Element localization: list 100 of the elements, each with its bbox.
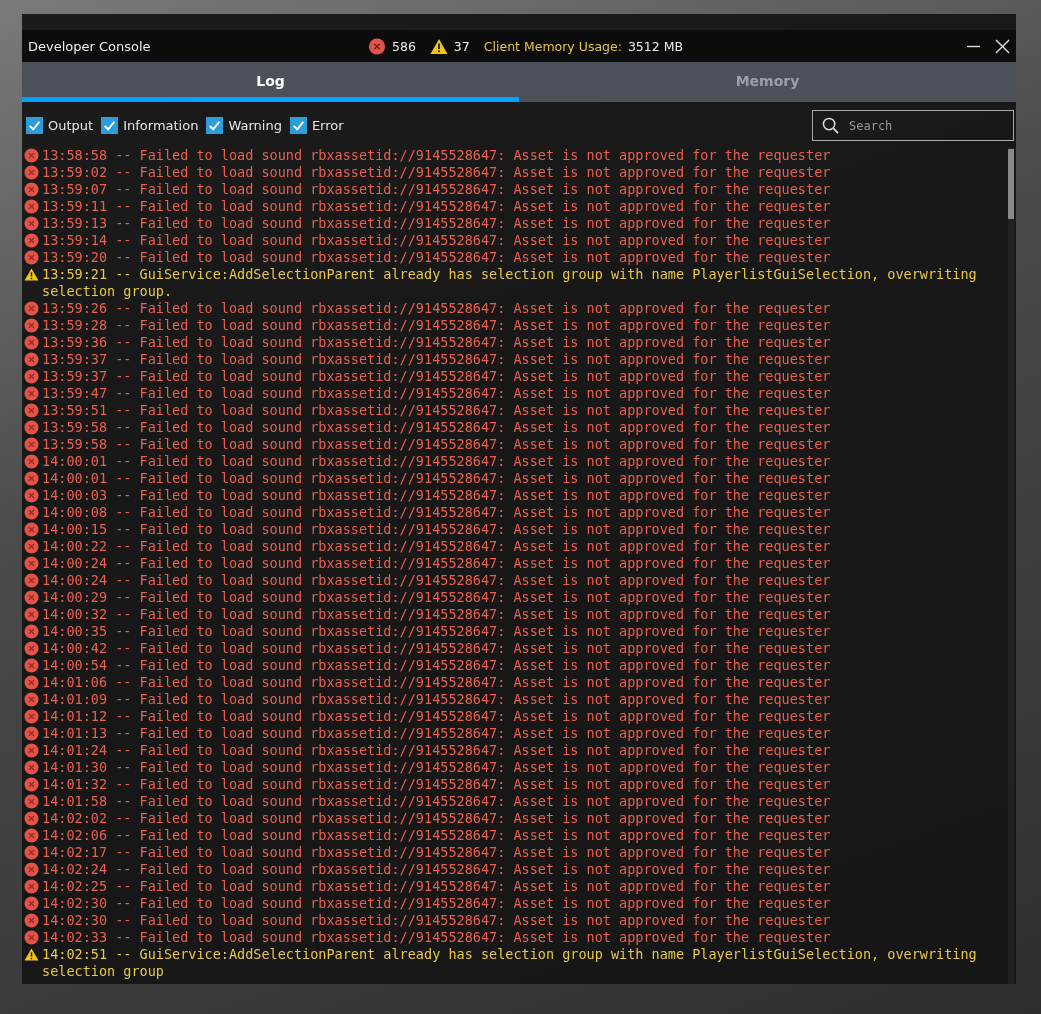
log-message: 14:01:12 -- Failed to load sound rbxassetid://9145528647: Asset is not approved for the requester	[42, 708, 832, 725]
log-message: 14:01:06 -- Failed to load sound rbxassetid://9145528647: Asset is not approved for the requester	[42, 674, 832, 691]
log-message: 14:01:09 -- Failed to load sound rbxassetid://9145528647: Asset is not approved for the requester	[42, 691, 832, 708]
checkbox[interactable]	[289, 117, 307, 134]
log-message: 13:59:21 -- GuiService:AddSelectionParent already has selection group with name PlayerlistGuiSelection, overwriting selection group.	[42, 266, 978, 300]
log-message: 13:59:58 -- Failed to load sound rbxassetid://9145528647: Asset is not approved for the requester	[42, 436, 832, 453]
log-message: 14:00:01 -- Failed to load sound rbxassetid://9145528647: Asset is not approved for the requester	[42, 453, 832, 470]
checkbox[interactable]	[206, 117, 224, 134]
error-icon	[24, 199, 39, 214]
error-icon	[24, 658, 39, 673]
checkbox[interactable]	[26, 117, 43, 134]
close-icon[interactable]	[995, 38, 1010, 54]
log-message: 13:59:37 -- Failed to load sound rbxassetid://9145528647: Asset is not approved for the requester	[42, 351, 832, 368]
error-icon	[24, 845, 39, 860]
log-message: 13:59:11 -- Failed to load sound rbxassetid://9145528647: Asset is not approved for the requester	[42, 198, 832, 215]
filter-label: Output	[48, 118, 94, 133]
log-message: 13:59:02 -- Failed to load sound rbxassetid://9145528647: Asset is not approved for the requester	[42, 164, 832, 181]
error-icon	[24, 743, 39, 758]
log-message: 14:00:32 -- Failed to load sound rbxassetid://9145528647: Asset is not approved for the requester	[42, 606, 832, 623]
warning-icon	[24, 267, 39, 282]
log-message: 14:01:13 -- Failed to load sound rbxassetid://9145528647: Asset is not approved for the requester	[42, 725, 832, 742]
memory-label: Client Memory Usage:	[483, 38, 622, 54]
error-icon	[24, 879, 39, 894]
log-message: 13:59:58 -- Failed to load sound rbxassetid://9145528647: Asset is not approved for the requester	[42, 419, 832, 436]
error-icon	[24, 403, 39, 418]
log-message: 14:01:58 -- Failed to load sound rbxassetid://9145528647: Asset is not approved for the requester	[42, 793, 832, 810]
log-message: 13:59:36 -- Failed to load sound rbxassetid://9145528647: Asset is not approved for the requester	[42, 334, 832, 351]
log-message: 14:02:24 -- Failed to load sound rbxassetid://9145528647: Asset is not approved for the requester	[42, 861, 832, 878]
log-message: 13:59:20 -- Failed to load sound rbxassetid://9145528647: Asset is not approved for the requester	[42, 249, 832, 266]
error-icon	[24, 539, 39, 554]
error-icon	[368, 37, 386, 55]
scrollbar-thumb[interactable]	[1008, 149, 1014, 219]
log-message: 14:00:03 -- Failed to load sound rbxassetid://9145528647: Asset is not approved for the requester	[42, 487, 832, 504]
error-icon	[24, 318, 39, 333]
error-icon	[24, 454, 39, 469]
error-icon	[24, 607, 39, 622]
error-icon	[24, 862, 39, 877]
log-message: 14:00:24 -- Failed to load sound rbxassetid://9145528647: Asset is not approved for the requester	[42, 555, 832, 572]
checkbox[interactable]	[101, 117, 119, 134]
error-icon	[24, 471, 39, 486]
log-message: 14:00:24 -- Failed to load sound rbxassetid://9145528647: Asset is not approved for the requester	[42, 572, 832, 589]
log-message: 13:59:28 -- Failed to load sound rbxassetid://9145528647: Asset is not approved for the requester	[42, 317, 832, 334]
memory-value: 3512 MB	[627, 38, 684, 54]
warning-icon	[429, 37, 448, 55]
error-icon	[24, 930, 39, 945]
error-icon	[24, 148, 39, 163]
log-message: 13:59:07 -- Failed to load sound rbxassetid://9145528647: Asset is not approved for the requester	[42, 181, 832, 198]
error-icon	[24, 250, 39, 265]
error-icon	[24, 675, 39, 690]
warning-icon	[24, 947, 39, 962]
error-icon	[24, 692, 39, 707]
log-message: 14:01:30 -- Failed to load sound rbxassetid://9145528647: Asset is not approved for the requester	[42, 759, 832, 776]
filter-label: Warning	[228, 118, 282, 133]
filter-label: Error	[311, 118, 344, 133]
log-message: 14:02:33 -- Failed to load sound rbxassetid://9145528647: Asset is not approved for the requester	[42, 929, 832, 946]
error-icon	[24, 794, 39, 809]
error-icon	[24, 182, 39, 197]
tab[interactable]: Log	[22, 62, 519, 102]
error-icon	[24, 556, 39, 571]
log-message: 14:00:42 -- Failed to load sound rbxassetid://9145528647: Asset is not approved for the requester	[42, 640, 832, 657]
error-icon	[24, 641, 39, 656]
error-icon	[24, 233, 39, 248]
window-title: Developer Console	[28, 38, 152, 54]
error-count: 586	[392, 38, 416, 54]
log-message: 14:00:01 -- Failed to load sound rbxassetid://9145528647: Asset is not approved for the requester	[42, 470, 832, 487]
log-message: 14:00:35 -- Failed to load sound rbxassetid://9145528647: Asset is not approved for the requester	[42, 623, 832, 640]
log-message: 14:01:24 -- Failed to load sound rbxassetid://9145528647: Asset is not approved for the requester	[42, 742, 832, 759]
log-message: 13:59:26 -- Failed to load sound rbxassetid://9145528647: Asset is not approved for the requester	[42, 300, 832, 317]
log-message: 14:02:17 -- Failed to load sound rbxassetid://9145528647: Asset is not approved for the requester	[42, 844, 832, 861]
log-message: 14:00:29 -- Failed to load sound rbxassetid://9145528647: Asset is not approved for the requester	[42, 589, 832, 606]
error-icon	[24, 420, 39, 435]
log-message: 14:02:51 -- GuiService:AddSelectionParent already has selection group with name PlayerlistGuiSelection, overwriting selection group	[42, 946, 978, 980]
log-message: 14:00:15 -- Failed to load sound rbxassetid://9145528647: Asset is not approved for the requester	[42, 521, 832, 538]
error-icon	[24, 505, 39, 520]
log-message: 14:02:02 -- Failed to load sound rbxassetid://9145528647: Asset is not approved for the requester	[42, 810, 832, 827]
log-message: 13:59:47 -- Failed to load sound rbxassetid://9145528647: Asset is not approved for the requester	[42, 385, 832, 402]
error-icon	[24, 760, 39, 775]
error-icon	[24, 369, 39, 384]
log-message: 14:00:08 -- Failed to load sound rbxassetid://9145528647: Asset is not approved for the requester	[42, 504, 832, 521]
search-field[interactable]: Search	[812, 110, 1014, 141]
error-icon	[24, 335, 39, 350]
error-icon	[24, 726, 39, 741]
error-icon	[24, 624, 39, 639]
error-icon	[24, 437, 39, 452]
error-icon	[24, 573, 39, 588]
error-icon	[24, 777, 39, 792]
scrollbar[interactable]	[1008, 147, 1014, 984]
log-message: 14:02:06 -- Failed to load sound rbxassetid://9145528647: Asset is not approved for the requester	[42, 827, 832, 844]
log-message: 14:01:32 -- Failed to load sound rbxassetid://9145528647: Asset is not approved for the requester	[42, 776, 832, 793]
log-message: 14:02:25 -- Failed to load sound rbxassetid://9145528647: Asset is not approved for the requester	[42, 878, 832, 895]
filter-label: Information	[123, 118, 199, 133]
error-icon	[24, 216, 39, 231]
error-icon	[24, 590, 39, 605]
search-icon	[822, 117, 839, 134]
log-message: 14:02:30 -- Failed to load sound rbxassetid://9145528647: Asset is not approved for the requester	[42, 912, 832, 929]
error-icon	[24, 522, 39, 537]
error-icon	[24, 352, 39, 367]
log-message: 13:59:14 -- Failed to load sound rbxassetid://9145528647: Asset is not approved for the requester	[42, 232, 832, 249]
error-icon	[24, 488, 39, 503]
log-message: 14:02:30 -- Failed to load sound rbxassetid://9145528647: Asset is not approved for the requester	[42, 895, 832, 912]
